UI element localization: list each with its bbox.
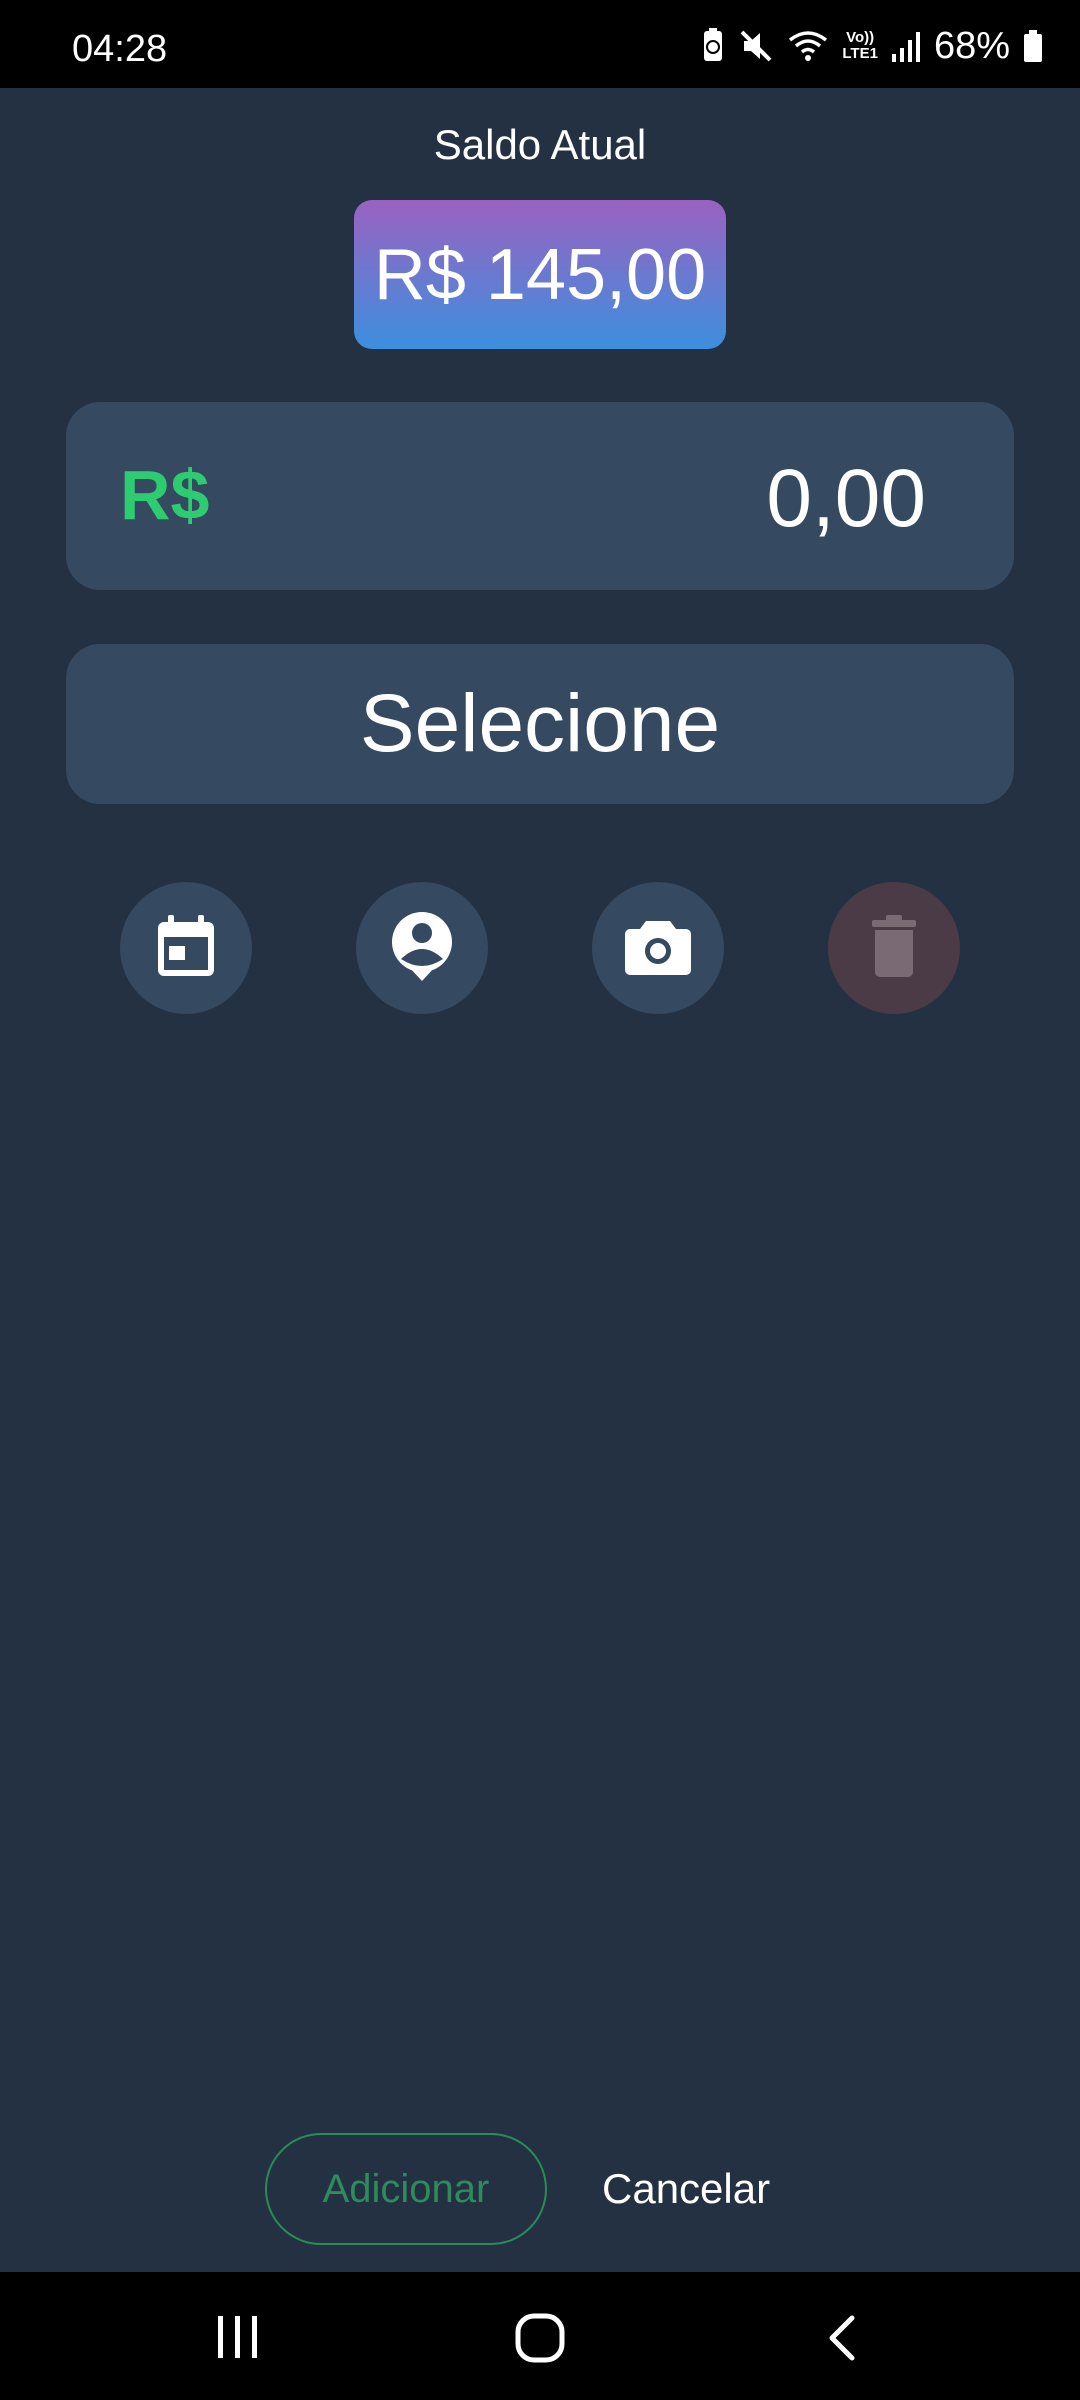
battery-saver-icon [700,27,726,65]
status-icons: Vo)) LTE1 68% [700,24,1044,68]
calendar-icon [155,913,217,983]
volte-icon: Vo)) LTE1 [842,30,878,62]
camera-icon [624,917,692,979]
lte-label: LTE1 [842,45,878,62]
balance-label: Saldo Atual [433,121,647,168]
wifi-icon [786,28,830,64]
mute-icon [738,28,774,64]
camera-button[interactable] [592,882,724,1014]
amount-value[interactable]: 0,00 [766,458,926,540]
delete-button[interactable] [828,882,960,1014]
category-select-label: Selecione [359,678,721,769]
amount-input[interactable]: R$ 0,00 [66,402,1014,590]
trash-icon [870,914,918,982]
signal-icon [890,28,922,64]
battery-percentage: 68% [933,24,1010,67]
add-button[interactable]: Adicionar [265,2133,547,2245]
status-bar: 04:28 Vo)) LTE1 68% [0,0,1080,88]
balance-display: R$ 145,00 [354,200,726,349]
category-select[interactable]: Selecione [66,644,1014,804]
contact-button[interactable] [356,882,488,1014]
date-button[interactable] [120,882,252,1014]
battery-icon [1022,28,1044,64]
currency-symbol: R$ [120,456,210,534]
person-pin-icon [389,911,455,985]
cancel-button[interactable]: Cancelar [602,2164,770,2214]
navigation-bar [0,2272,1080,2400]
status-time: 04:28 [72,28,168,70]
volte-label: Vo)) [846,29,875,46]
